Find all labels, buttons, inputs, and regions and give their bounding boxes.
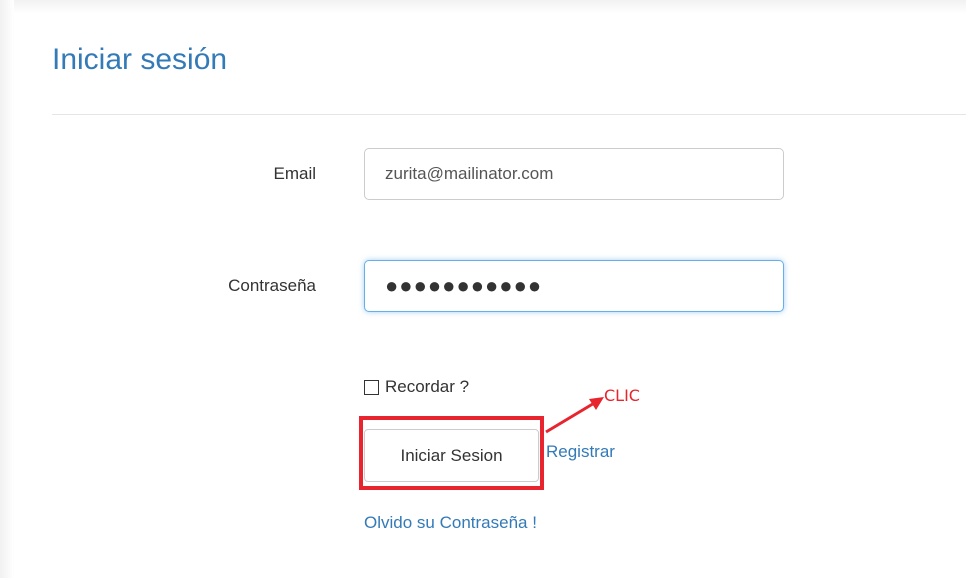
page-title: Iniciar sesión xyxy=(52,43,228,76)
annotation-arrow-icon xyxy=(545,397,604,434)
email-field[interactable] xyxy=(364,148,784,200)
annotation-label: CLIC xyxy=(604,386,640,405)
login-button[interactable]: Iniciar Sesion xyxy=(364,429,539,482)
window-left-shadow xyxy=(0,0,14,578)
email-label: Email xyxy=(273,164,316,183)
remember-label: Recordar ? xyxy=(385,377,470,396)
remember-me[interactable]: Recordar ? xyxy=(364,377,469,397)
remember-checkbox[interactable] xyxy=(364,379,379,395)
password-label: Contraseña xyxy=(228,276,316,295)
register-link[interactable]: Registrar xyxy=(546,442,615,462)
login-page: Iniciar sesión Email Contraseña Recordar… xyxy=(0,0,966,578)
title-divider xyxy=(52,114,966,115)
password-field[interactable] xyxy=(364,260,784,312)
window-top-shadow xyxy=(0,0,966,14)
forgot-password-link[interactable]: Olvido su Contraseña ! xyxy=(364,513,537,533)
